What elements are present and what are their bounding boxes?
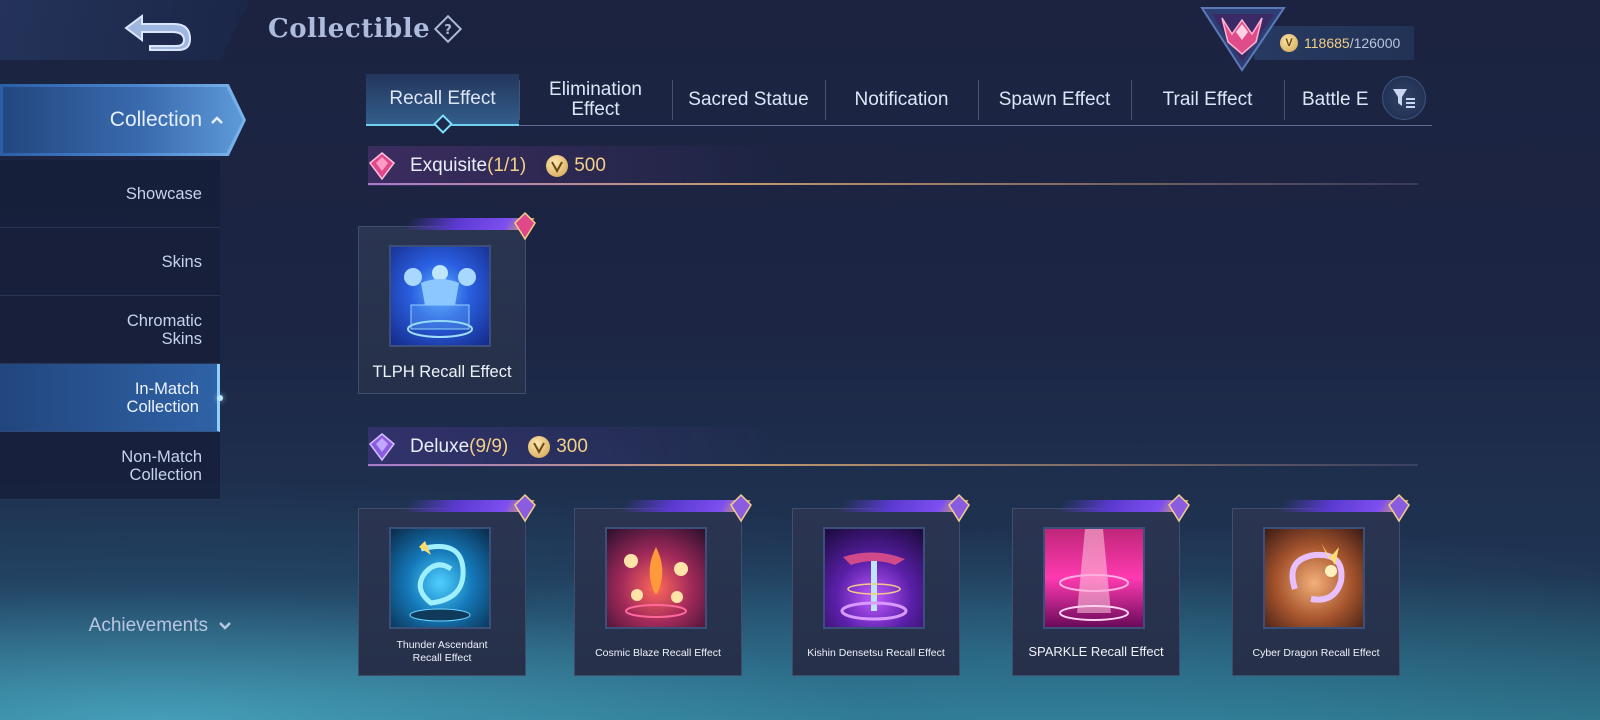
points-max: 126000: [1353, 35, 1401, 51]
coin-icon: [528, 435, 551, 458]
tab-label: Recall Effect: [389, 88, 496, 109]
section-name: Deluxe: [410, 435, 470, 457]
gem-corner-icon: [514, 211, 536, 241]
gem-corner-icon: [1168, 493, 1190, 523]
sidebar-item-label: In-Match Collection: [126, 379, 199, 416]
filter-button[interactable]: [1382, 76, 1426, 120]
sidebar-item-chromatic-skins[interactable]: Chromatic Skins: [0, 296, 220, 364]
filter-icon: [1393, 89, 1415, 108]
collectible-card[interactable]: TLPH Recall Effect: [358, 211, 536, 394]
help-icon[interactable]: ?: [434, 15, 462, 43]
sidebar-item-skins[interactable]: Skins: [0, 228, 220, 296]
svg-text:?: ?: [444, 23, 452, 38]
titan-hologram-icon: [389, 245, 491, 347]
back-arrow-icon: [124, 14, 192, 51]
achievements-label: Achievements: [88, 615, 208, 636]
section-deluxe-header: Deluxe(9/9) 300: [368, 427, 1418, 467]
tab-notification[interactable]: Notification: [825, 74, 978, 126]
tab-trail-effect[interactable]: Trail Effect: [1131, 74, 1284, 126]
gem-corner-icon: [514, 493, 536, 523]
section-price: 500: [546, 154, 606, 177]
tab-label: Sacred Statue: [688, 89, 809, 110]
collector-rank-emblem-icon[interactable]: [1198, 4, 1288, 72]
tab-battle-emote[interactable]: Battle E: [1284, 74, 1377, 126]
sidebar-item-label: Non-Match Collection: [121, 447, 202, 484]
section-price-value: 500: [574, 154, 606, 176]
coin-icon: [546, 154, 569, 177]
chevron-up-icon: [211, 116, 223, 124]
tab-label: Notification: [854, 89, 949, 110]
card-label: Thunder Ascendant Recall Effect: [396, 639, 488, 664]
tab-label: Battle E: [1302, 89, 1369, 110]
kishin-icon: [823, 527, 925, 629]
tab-recall-effect[interactable]: Recall Effect: [366, 74, 519, 126]
sidebar-item-label: Skins: [161, 252, 202, 271]
deluxe-gem-icon: [368, 432, 396, 461]
cyber-dragon-icon: [1263, 527, 1365, 629]
section-price: 300: [528, 435, 588, 458]
sidebar-item-showcase[interactable]: Showcase: [0, 160, 220, 228]
tab-label: Spawn Effect: [998, 89, 1111, 110]
tab-label: Elimination Effect: [549, 79, 642, 120]
sidebar-collection-header[interactable]: Collection: [0, 84, 246, 156]
cosmic-blaze-icon: [605, 527, 707, 629]
card-label: Cyber Dragon Recall Effect: [1252, 647, 1380, 659]
gem-corner-icon: [1388, 493, 1410, 523]
exquisite-gem-icon: [368, 151, 396, 180]
sidebar-collection-label: Collection: [109, 108, 202, 131]
tab-spawn-effect[interactable]: Spawn Effect: [978, 74, 1131, 126]
tab-sacred-statue[interactable]: Sacred Statue: [672, 74, 825, 126]
card-label: Cosmic Blaze Recall Effect: [595, 647, 721, 659]
thunder-dragon-icon: [389, 527, 491, 629]
sidebar-item-in-match-collection[interactable]: In-Match Collection: [0, 364, 223, 432]
points-current: 118685: [1304, 35, 1350, 51]
sidebar-item-label: Showcase: [125, 184, 202, 203]
tab-label: Trail Effect: [1162, 89, 1253, 110]
chevron-down-icon: [219, 622, 231, 630]
card-label: TLPH Recall Effect: [372, 363, 512, 381]
sparkle-icon: [1043, 527, 1145, 629]
gem-corner-icon: [730, 493, 752, 523]
sidebar-item-label: Chromatic Skins: [126, 311, 202, 348]
sidebar-item-non-match-collection[interactable]: Non-Match Collection: [0, 432, 220, 500]
collectible-card[interactable]: Cyber Dragon Recall Effect: [1232, 493, 1410, 676]
section-count: (1/1): [487, 154, 527, 176]
collectible-card[interactable]: Cosmic Blaze Recall Effect: [574, 493, 752, 676]
section-name: Exquisite: [410, 154, 488, 176]
card-label: SPARKLE Recall Effect: [1028, 644, 1164, 659]
section-count: (9/9): [469, 435, 509, 457]
collectible-card[interactable]: SPARKLE Recall Effect: [1012, 493, 1190, 676]
section-price-value: 300: [556, 435, 588, 457]
sidebar-list: Showcase Skins Chromatic Skins In-Match …: [0, 160, 223, 500]
gem-corner-icon: [948, 493, 970, 523]
page-title: Collectible: [268, 14, 431, 44]
tab-elimination-effect[interactable]: Elimination Effect: [519, 74, 672, 126]
collectible-card[interactable]: Thunder Ascendant Recall Effect: [358, 493, 536, 676]
card-label: Kishin Densetsu Recall Effect: [807, 647, 945, 659]
category-tabs: Recall Effect Elimination Effect Sacred …: [366, 74, 1432, 126]
back-button[interactable]: [118, 8, 198, 54]
sidebar-achievements[interactable]: Achievements: [0, 608, 232, 644]
collectible-card[interactable]: Kishin Densetsu Recall Effect: [792, 493, 970, 676]
section-exquisite-header: Exquisite(1/1) 500: [368, 146, 1418, 186]
